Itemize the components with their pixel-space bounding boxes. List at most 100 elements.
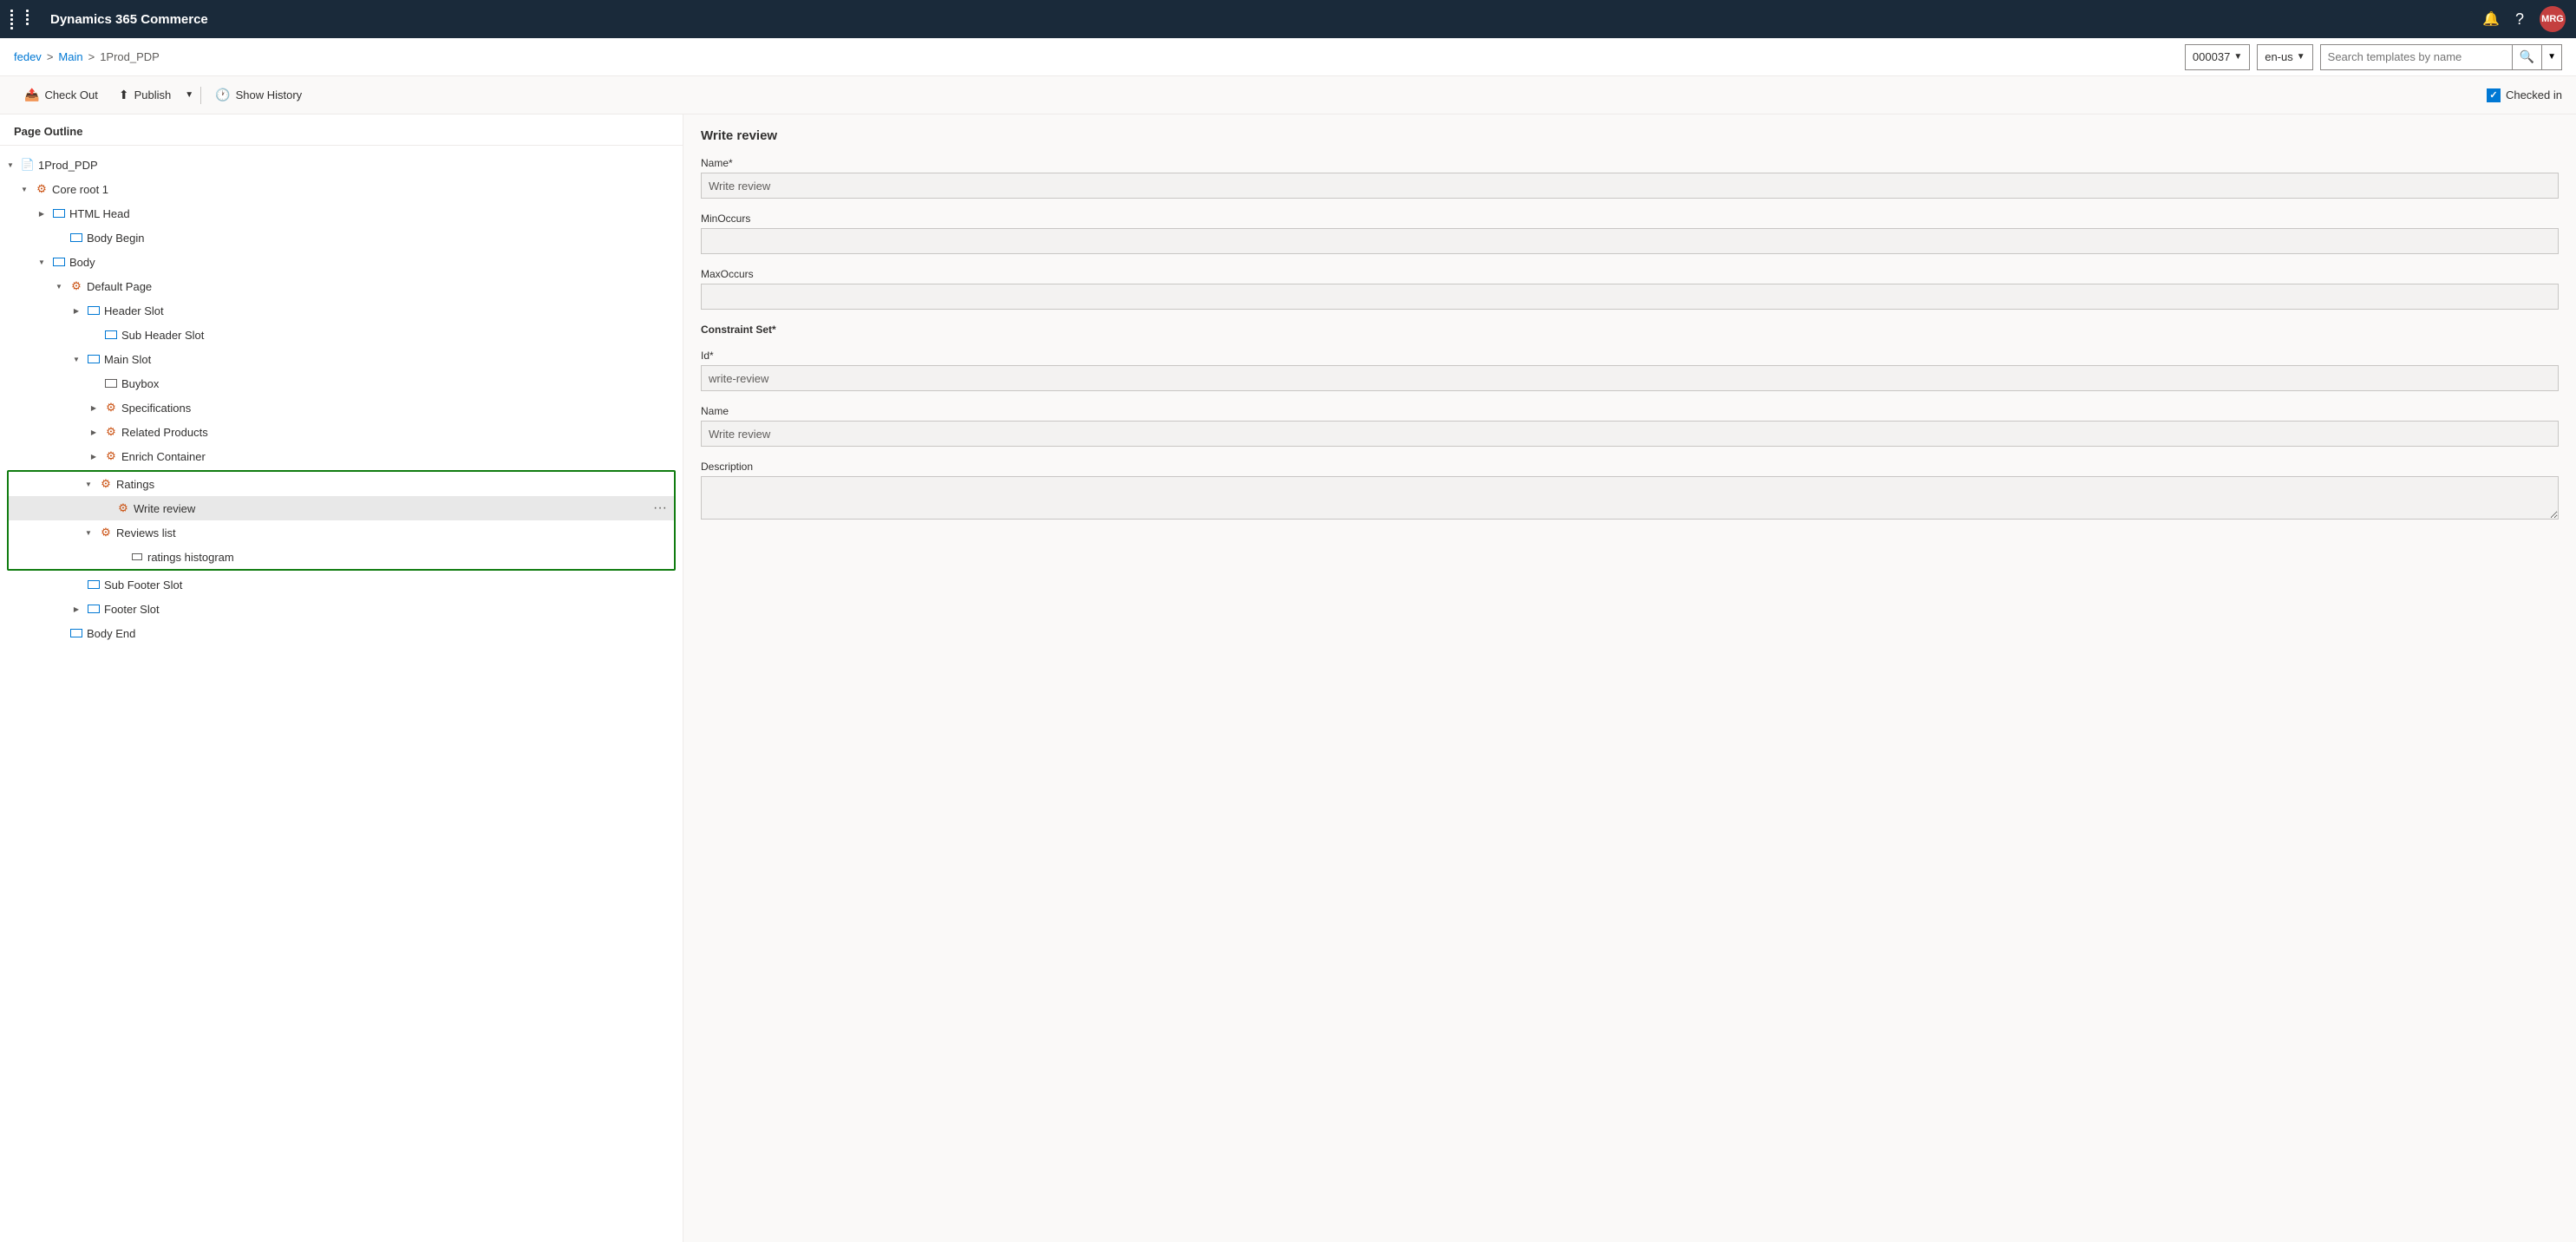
gear-icon-ratings: ⚙ — [99, 477, 113, 491]
breadcrumb-fedev[interactable]: fedev — [14, 50, 42, 63]
expand-related[interactable] — [87, 425, 101, 439]
form-label-maxoccurs: MaxOccurs — [701, 268, 2559, 280]
node-label-htmlhead: HTML Head — [69, 207, 669, 220]
breadcrumb-main[interactable]: Main — [58, 50, 82, 63]
tree-item-subheaderslot[interactable]: Sub Header Slot — [0, 323, 683, 347]
tree-item-subfooter[interactable]: Sub Footer Slot — [0, 572, 683, 597]
node-label-buybox: Buybox — [121, 377, 669, 390]
form-label-id: Id* — [701, 350, 2559, 362]
expand-enrich[interactable] — [87, 449, 101, 463]
tree-item-footerslot[interactable]: Footer Slot — [0, 597, 683, 621]
gear-icon-defaultpage: ⚙ — [69, 279, 83, 293]
version-dropdown[interactable]: 000037 ▼ — [2185, 44, 2250, 70]
gear-icon-reviewslist: ⚙ — [99, 526, 113, 539]
publish-icon: ⬆ — [119, 88, 129, 102]
form-input-maxoccurs[interactable] — [701, 284, 2559, 310]
tree-item-htmlhead[interactable]: HTML Head — [0, 201, 683, 226]
gear-icon: ⚙ — [35, 182, 49, 196]
form-field-constraintname: Name — [701, 405, 2559, 447]
breadcrumb-right: 000037 ▼ en-us ▼ 🔍 ▼ — [2185, 44, 2562, 70]
tree-item-coreroot[interactable]: ⚙ Core root 1 — [0, 177, 683, 201]
expand-headerslot[interactable] — [69, 304, 83, 317]
breadcrumb-sep-2: > — [88, 50, 95, 63]
show-history-button[interactable]: 🕐 Show History — [205, 82, 312, 109]
avatar[interactable]: MRG — [2540, 6, 2566, 32]
slot-icon-ratingshisto — [130, 550, 144, 564]
node-label-headerslot: Header Slot — [104, 304, 669, 317]
tree-item-bodybegin[interactable]: Body Begin — [0, 226, 683, 250]
node-label-ratingshisto: ratings histogram — [147, 551, 660, 564]
node-label-specs: Specifications — [121, 402, 669, 415]
expand-ratings[interactable] — [82, 477, 95, 491]
tree-item-ratings[interactable]: ⚙ Ratings — [9, 472, 674, 496]
form-input-constraintname[interactable] — [701, 421, 2559, 447]
form-input-id[interactable] — [701, 365, 2559, 391]
help-icon[interactable]: ? — [2515, 10, 2524, 29]
language-dropdown[interactable]: en-us ▼ — [2257, 44, 2312, 70]
gear-icon-related: ⚙ — [104, 425, 118, 439]
search-dropdown-button[interactable]: ▼ — [2541, 45, 2561, 69]
search-icon: 🔍 — [2520, 49, 2534, 64]
expand-defaultpage[interactable] — [52, 279, 66, 293]
top-nav: Dynamics 365 Commerce 🔔 ? MRG — [0, 0, 2576, 38]
form-textarea-description[interactable] — [701, 476, 2559, 520]
breadcrumb-bar: fedev > Main > 1Prod_PDP 000037 ▼ en-us … — [0, 38, 2576, 76]
search-button[interactable]: 🔍 — [2512, 45, 2541, 69]
expand-footerslot[interactable] — [69, 602, 83, 616]
checked-in-status: ✓ Checked in — [2487, 88, 2562, 102]
form-input-name[interactable] — [701, 173, 2559, 199]
chevron-down-icon: ▼ — [185, 90, 193, 100]
expand-specs[interactable] — [87, 401, 101, 415]
chevron-down-icon: ▼ — [2297, 52, 2305, 62]
tree-item-buybox[interactable]: Buybox — [0, 371, 683, 395]
node-label-enrich: Enrich Container — [121, 450, 669, 463]
node-label-bodybegin: Body Begin — [87, 232, 669, 245]
form-label-name: Name* — [701, 157, 2559, 169]
form-input-minoccurs[interactable] — [701, 228, 2559, 254]
tree-item-writereview[interactable]: ⚙ Write review ··· — [9, 496, 674, 520]
app-grid-icon[interactable] — [10, 10, 40, 29]
form-label-description: Description — [701, 461, 2559, 473]
slot-icon-bodybegin — [69, 231, 83, 245]
node-label-subfooter: Sub Footer Slot — [104, 579, 669, 592]
tree-item-enrich[interactable]: ⚙ Enrich Container — [0, 444, 683, 468]
file-icon: 📄 — [21, 158, 35, 172]
tree-item-bodyend[interactable]: Body End — [0, 621, 683, 645]
right-panel: Write review Name* MinOccurs MaxOccurs C… — [683, 114, 2576, 1242]
breadcrumb-current: 1Prod_PDP — [100, 50, 160, 63]
checkout-button[interactable]: 📤 Check Out — [14, 82, 108, 109]
three-dots-menu[interactable]: ··· — [653, 500, 667, 516]
tree-item-headerslot[interactable]: Header Slot — [0, 298, 683, 323]
expand-htmlhead[interactable] — [35, 206, 49, 220]
node-label-coreroot: Core root 1 — [52, 183, 669, 196]
app-title: Dynamics 365 Commerce — [50, 12, 2472, 27]
tree-item-root[interactable]: 📄 1Prod_PDP — [0, 153, 683, 177]
node-label-reviewslist: Reviews list — [116, 526, 660, 539]
toolbar: 📤 Check Out ⬆ Publish ▼ 🕐 Show History ✓… — [0, 76, 2576, 114]
expand-body[interactable] — [35, 255, 49, 269]
tree-item-reviewslist[interactable]: ⚙ Reviews list — [9, 520, 674, 545]
form-label-minoccurs: MinOccurs — [701, 212, 2559, 225]
form-section-constraintset: Constraint Set* — [701, 324, 2559, 336]
expand-mainslot[interactable] — [69, 352, 83, 366]
publish-button[interactable]: ⬆ Publish — [108, 82, 181, 109]
tree-item-related[interactable]: ⚙ Related Products — [0, 420, 683, 444]
tree-item-defaultpage[interactable]: ⚙ Default Page — [0, 274, 683, 298]
module-icon-buybox — [104, 376, 118, 390]
search-input[interactable] — [2321, 50, 2512, 63]
tree-item-mainslot[interactable]: Main Slot — [0, 347, 683, 371]
left-panel: Page Outline 📄 1Prod_PDP ⚙ Core root 1 — [0, 114, 683, 1242]
node-label-body: Body — [69, 256, 669, 269]
node-label-defaultpage: Default Page — [87, 280, 669, 293]
tree-item-body[interactable]: Body — [0, 250, 683, 274]
tree-item-specs[interactable]: ⚙ Specifications — [0, 395, 683, 420]
slot-icon-body — [52, 255, 66, 269]
toolbar-separator — [200, 87, 201, 104]
expand-reviewslist[interactable] — [82, 526, 95, 539]
expand-coreroot[interactable] — [17, 182, 31, 196]
notification-icon[interactable]: 🔔 — [2482, 10, 2500, 28]
node-label-subheaderslot: Sub Header Slot — [121, 329, 669, 342]
expand-root[interactable] — [3, 158, 17, 172]
dropdown-arrow-button[interactable]: ▼ — [181, 82, 197, 109]
tree-item-ratingshisto[interactable]: ratings histogram — [9, 545, 674, 569]
